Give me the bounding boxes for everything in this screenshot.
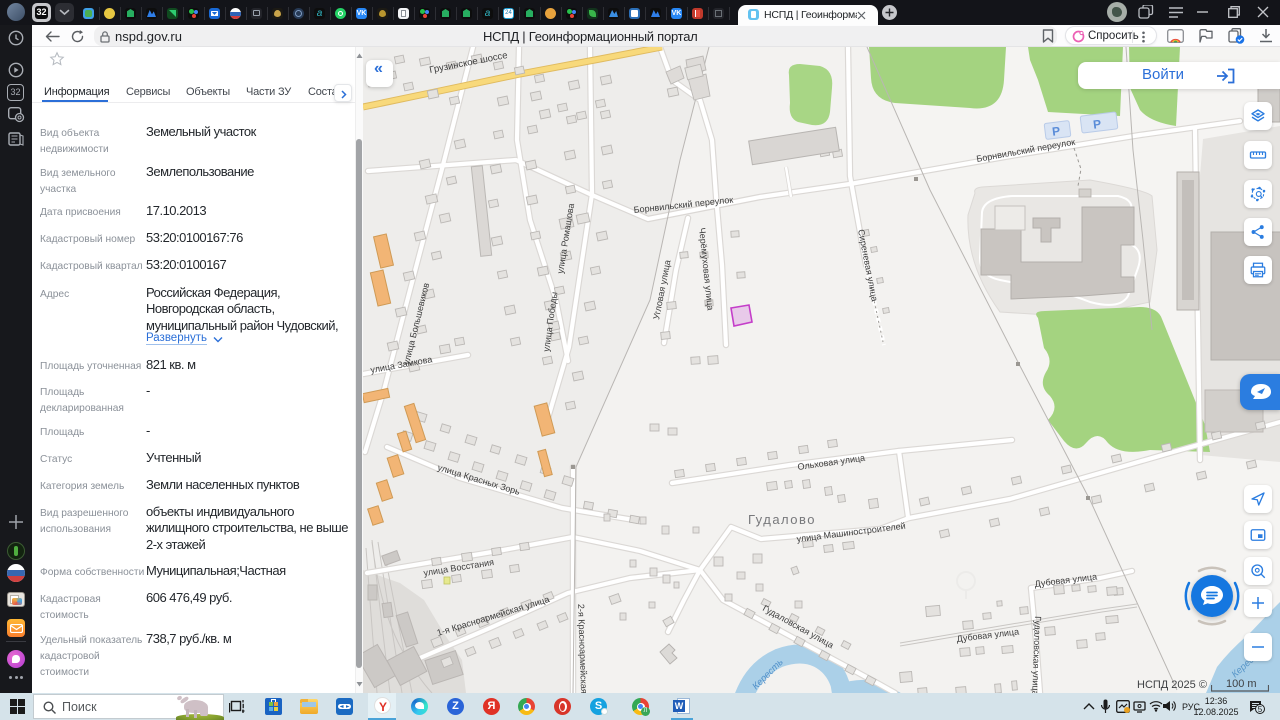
- svg-text:Р: Р: [1092, 117, 1102, 132]
- svg-text:Гудалово: Гудалово: [748, 512, 816, 527]
- svg-text:Р: Р: [1051, 124, 1061, 139]
